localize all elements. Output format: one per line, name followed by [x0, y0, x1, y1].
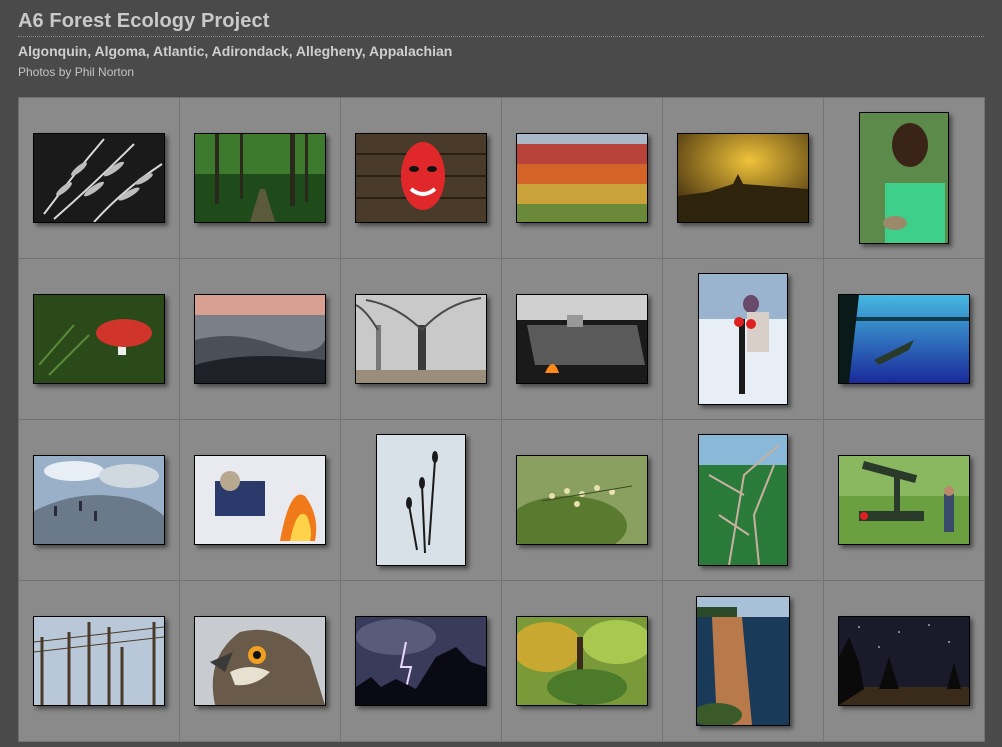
grid-cell	[19, 259, 180, 420]
grid-cell	[180, 98, 341, 259]
grid-cell	[19, 581, 180, 742]
grid-cell	[180, 420, 341, 581]
page-title: A6 Forest Ecology Project	[18, 10, 984, 37]
thumb-misty-valley[interactable]	[194, 294, 326, 384]
grid-cell	[502, 581, 663, 742]
thumb-foggy-sunrise[interactable]	[677, 133, 809, 223]
thumb-red-mask[interactable]	[355, 133, 487, 223]
thumbnail-grid	[18, 97, 985, 742]
thumb-ice-saw[interactable]	[698, 273, 788, 405]
grid-cell	[341, 98, 502, 259]
thumb-forest-path[interactable]	[194, 133, 326, 223]
grid-cell	[180, 581, 341, 742]
grid-cell	[19, 420, 180, 581]
photo-credit: Photos by Phil Norton	[18, 65, 135, 79]
grid-cell	[180, 259, 341, 420]
thumb-canoe-lake[interactable]	[838, 294, 970, 384]
thumb-fern-bw[interactable]	[33, 133, 165, 223]
grid-cell	[663, 98, 824, 259]
thumb-rocky-summit[interactable]	[33, 455, 165, 545]
grid-cell	[663, 581, 824, 742]
thumb-oil-pump[interactable]	[838, 455, 970, 545]
grid-cell	[502, 259, 663, 420]
grid-cell	[341, 420, 502, 581]
thumb-bare-branches[interactable]	[698, 434, 788, 566]
thumb-winter-seedheads[interactable]	[376, 434, 466, 566]
grid-cell	[824, 98, 985, 259]
grid-cell	[341, 581, 502, 742]
thumb-red-mushroom[interactable]	[33, 294, 165, 384]
thumb-girl-nest[interactable]	[859, 112, 949, 244]
thumb-autumn-hills[interactable]	[516, 133, 648, 223]
grid-cell	[341, 259, 502, 420]
grid-cell	[502, 420, 663, 581]
thumb-hawk[interactable]	[194, 616, 326, 706]
grid-cell	[663, 259, 824, 420]
thumb-campfire[interactable]	[194, 455, 326, 545]
grid-cell	[824, 420, 985, 581]
grid-cell	[502, 98, 663, 259]
thumb-foggy-maple[interactable]	[355, 294, 487, 384]
thumb-lightning[interactable]	[355, 616, 487, 706]
grid-cell	[19, 98, 180, 259]
thumb-green-buds[interactable]	[516, 455, 648, 545]
grid-cell	[824, 581, 985, 742]
thumb-autumn-foliage[interactable]	[516, 616, 648, 706]
thumb-star-trails[interactable]	[838, 616, 970, 706]
page-header: A6 Forest Ecology Project Algonquin, Alg…	[18, 10, 984, 79]
thumb-sugar-evaporator[interactable]	[516, 294, 648, 384]
thumb-utility-poles[interactable]	[33, 616, 165, 706]
grid-cell	[824, 259, 985, 420]
page-subtitle: Algonquin, Algoma, Atlantic, Adirondack,…	[18, 43, 453, 59]
thumb-cliff-waterfall[interactable]	[696, 596, 790, 726]
grid-cell	[663, 420, 824, 581]
